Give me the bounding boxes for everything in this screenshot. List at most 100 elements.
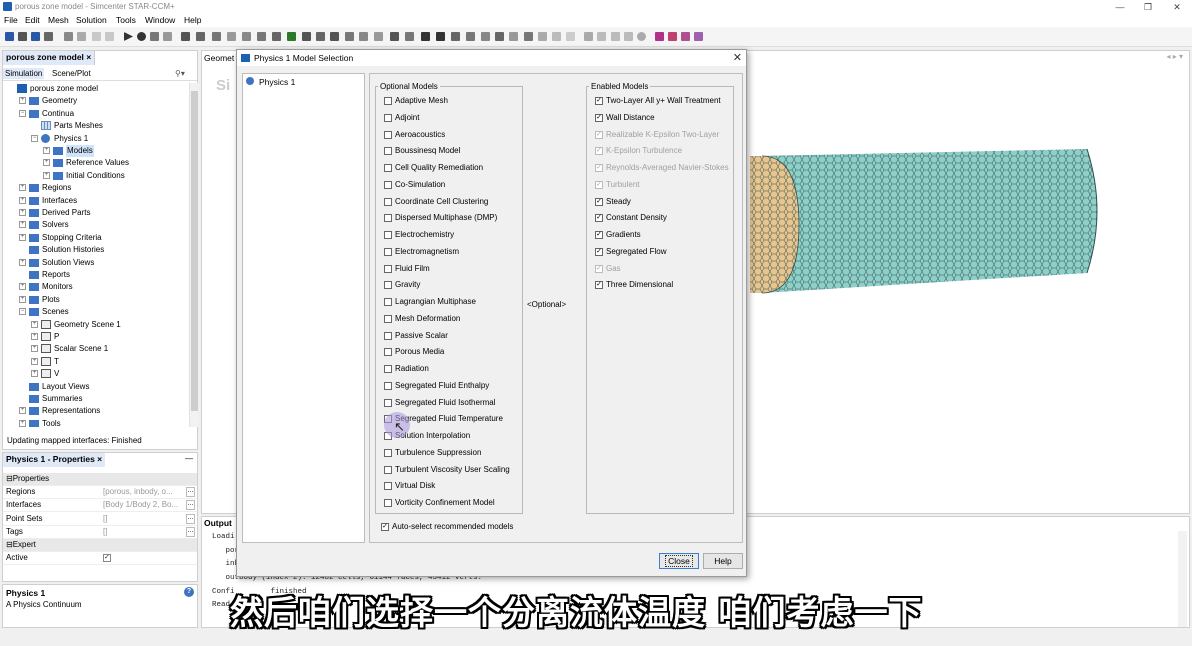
property-row-point-sets[interactable]: Point Sets []... — [3, 513, 197, 526]
property-row-tags[interactable]: Tags []... — [3, 526, 197, 539]
expand-toggle-icon[interactable]: + — [19, 295, 26, 303]
zoom-icon[interactable] — [359, 32, 368, 41]
checkbox[interactable] — [384, 381, 392, 390]
tree-item-geometry-scene-1[interactable]: + Geometry Scene 1 — [3, 319, 189, 331]
property-row-regions[interactable]: Regions [porous, inbody, o...... — [3, 486, 197, 500]
expand-toggle-icon[interactable]: + — [19, 283, 26, 291]
light-icon[interactable] — [466, 32, 475, 41]
checkbox[interactable] — [384, 247, 392, 256]
property-row-active[interactable]: Active ✓ — [3, 552, 197, 566]
tree-scroll-thumb[interactable] — [191, 91, 198, 411]
tree-item-tools[interactable]: + Tools — [3, 418, 189, 427]
checkbox[interactable] — [384, 482, 392, 491]
pan-icon[interactable] — [405, 32, 414, 41]
checkbox[interactable] — [384, 314, 392, 323]
expand-toggle-icon[interactable]: − — [31, 134, 38, 142]
checkbox[interactable] — [384, 214, 392, 223]
checkbox[interactable] — [384, 264, 392, 273]
save-icon[interactable] — [18, 32, 27, 41]
copy-icon[interactable] — [64, 32, 73, 41]
forward-icon[interactable] — [436, 32, 445, 41]
rotate-icon[interactable] — [390, 32, 399, 41]
scene-icon[interactable] — [196, 32, 205, 41]
save-all-icon[interactable] — [44, 32, 53, 41]
spin-icon[interactable] — [451, 32, 460, 41]
checkbox[interactable] — [384, 281, 392, 290]
checkbox[interactable]: ✓ — [595, 214, 603, 223]
script-icon[interactable] — [681, 32, 690, 41]
table-icon[interactable] — [242, 32, 251, 41]
tree-item-layout-views[interactable]: Layout Views — [3, 381, 189, 393]
restore-view-icon[interactable] — [566, 32, 575, 41]
checkbox[interactable] — [384, 365, 392, 373]
expand-toggle-icon[interactable]: + — [31, 320, 38, 328]
expand-toggle-icon[interactable]: − — [19, 308, 26, 316]
tree-item-scalar-scene-1[interactable]: + Scalar Scene 1 — [3, 343, 189, 355]
menu-edit[interactable]: Edit — [25, 15, 40, 25]
pause-icon[interactable] — [150, 32, 159, 41]
properties-tab[interactable]: Physics 1 - Properties × — [3, 453, 106, 467]
expand-toggle-icon[interactable]: + — [19, 97, 26, 105]
checkbox[interactable] — [384, 97, 392, 105]
checkbox[interactable] — [384, 130, 392, 139]
help-icon[interactable]: ? — [184, 587, 194, 597]
select-icon[interactable] — [374, 32, 383, 41]
layout-icon[interactable] — [495, 32, 504, 41]
undo-icon[interactable] — [92, 32, 101, 41]
play-icon[interactable] — [584, 32, 593, 41]
tree-item-p[interactable]: + P — [3, 331, 189, 343]
tree-item-porous-zone-model[interactable]: porous zone model — [3, 83, 189, 95]
expand-toggle-icon[interactable]: + — [43, 159, 50, 167]
auto-select-box[interactable]: ✓ — [381, 523, 389, 531]
tree-item-initial-conditions[interactable]: + Initial Conditions — [3, 170, 189, 182]
help-button[interactable]: Help — [703, 553, 743, 569]
checkbox[interactable] — [384, 398, 392, 407]
properties-minimize[interactable]: — — [185, 454, 193, 463]
expand-toggle-icon[interactable]: + — [19, 221, 26, 229]
tree-item-stopping-criteria[interactable]: + Stopping Criteria — [3, 232, 189, 244]
checkbox[interactable] — [384, 348, 392, 357]
expand-toggle-icon[interactable]: + — [31, 333, 38, 340]
menu-file[interactable]: File — [4, 15, 18, 25]
checkbox[interactable]: ✓ — [595, 281, 603, 290]
tree-item-interfaces[interactable]: + Interfaces — [3, 195, 189, 207]
tree-item-monitors[interactable]: + Monitors — [3, 281, 189, 293]
checkbox[interactable] — [384, 448, 392, 457]
measure-icon[interactable] — [316, 32, 325, 41]
checkbox[interactable]: ✓ — [595, 97, 603, 105]
grid-view-icon[interactable] — [481, 32, 490, 41]
physics-list-item[interactable]: Physics 1 — [259, 77, 295, 87]
step-icon[interactable] — [137, 32, 146, 41]
property-edit-button[interactable]: ... — [186, 513, 195, 524]
paste-view-icon[interactable] — [538, 32, 547, 41]
save-view-icon[interactable] — [552, 32, 561, 41]
expand-toggle-icon[interactable]: + — [31, 357, 38, 365]
java-icon[interactable] — [668, 32, 677, 41]
run-icon[interactable] — [124, 32, 133, 41]
checkbox[interactable]: ✓ — [595, 113, 603, 122]
tab-simulation[interactable]: Simulation — [3, 68, 45, 79]
tree-item-derived-parts[interactable]: + Derived Parts — [3, 207, 189, 219]
tree-item-solution-views[interactable]: + Solution Views — [3, 257, 189, 269]
close-button[interactable]: Close — [659, 553, 699, 569]
menu-window[interactable]: Window — [145, 15, 175, 25]
checkbox[interactable] — [384, 113, 392, 122]
menu-mesh[interactable]: Mesh — [48, 15, 69, 25]
tree-item-representations[interactable]: + Representations — [3, 405, 189, 417]
mesh-icon[interactable] — [181, 32, 190, 41]
tab-scene-plot[interactable]: Scene/Plot — [50, 68, 93, 79]
property-edit-button[interactable]: ... — [186, 487, 195, 498]
tree-item-t[interactable]: + T — [3, 356, 189, 368]
tree-item-geometry[interactable]: + Geometry — [3, 95, 189, 107]
checkbox[interactable] — [384, 465, 392, 474]
checkbox[interactable] — [384, 180, 392, 189]
tree-scrollbar[interactable] — [189, 83, 198, 427]
expand-toggle-icon[interactable]: − — [19, 109, 26, 117]
tree-item-models[interactable]: + Models — [3, 145, 189, 157]
tree-item-reports[interactable]: Reports — [3, 269, 189, 281]
expand-toggle-icon[interactable]: + — [43, 171, 50, 179]
plot-icon[interactable] — [227, 32, 236, 41]
property-row-interfaces[interactable]: Interfaces [Body 1/Body 2, Bo...... — [3, 499, 197, 513]
macro-icon[interactable] — [655, 32, 664, 41]
camera-icon[interactable] — [330, 32, 339, 41]
